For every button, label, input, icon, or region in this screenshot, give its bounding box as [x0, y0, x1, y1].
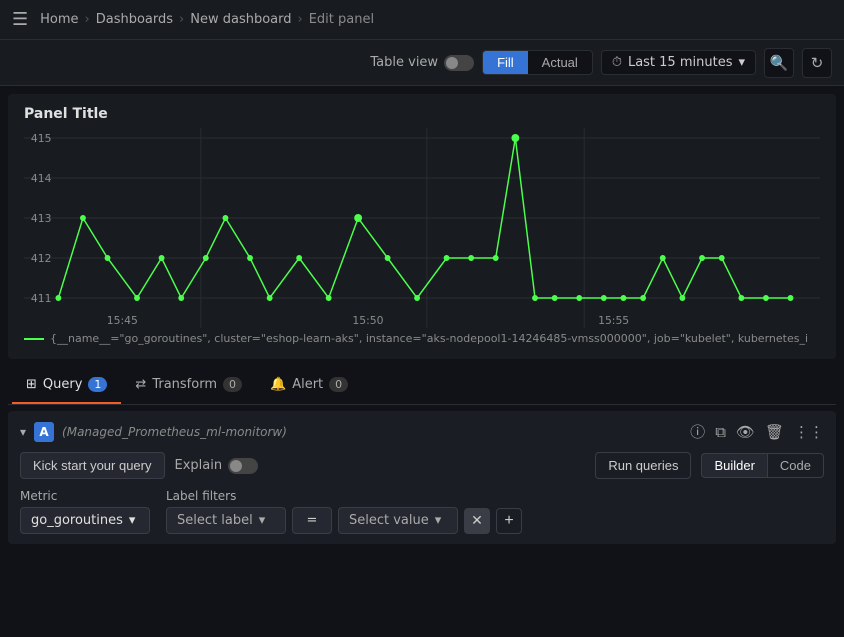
top-navigation: ☰ Home › Dashboards › New dashboard › Ed…	[0, 0, 844, 40]
table-view-toggle[interactable]: Table view	[370, 55, 474, 71]
zoom-out-icon: 🔍	[770, 54, 789, 72]
svg-text:415: 415	[31, 132, 52, 145]
chart-panel: Panel Title 415 414 413 412 411 15:45 15…	[8, 94, 836, 359]
svg-text:15:45: 15:45	[107, 314, 138, 327]
svg-text:15:50: 15:50	[352, 314, 383, 327]
tab-query[interactable]: ⊞ Query 1	[12, 367, 121, 404]
tab-transform-label: Transform	[152, 377, 217, 392]
query-body: Kick start your query Explain Run querie…	[20, 452, 824, 534]
code-button[interactable]: Code	[767, 453, 824, 478]
refresh-icon: ↻	[811, 54, 824, 72]
legend-line-icon	[24, 338, 44, 340]
kick-start-button[interactable]: Kick start your query	[20, 452, 165, 479]
svg-text:413: 413	[31, 212, 52, 225]
builder-button[interactable]: Builder	[701, 453, 766, 478]
fill-button[interactable]: Fill	[483, 51, 528, 74]
svg-text:15:55: 15:55	[598, 314, 629, 327]
database-icon: ⊞	[26, 377, 37, 392]
table-view-label: Table view	[370, 55, 438, 70]
eye-icon[interactable]: 👁	[736, 423, 755, 441]
tab-alert[interactable]: 🔔 Alert 0	[256, 367, 362, 404]
time-range-picker[interactable]: ⏱ Last 15 minutes ▾	[601, 50, 756, 75]
transform-icon: ⇄	[135, 377, 146, 392]
metric-field-label: Metric	[20, 489, 150, 503]
drag-icon[interactable]: ⋮⋮	[794, 423, 824, 441]
time-range-label: Last 15 minutes	[628, 55, 733, 70]
tab-transform[interactable]: ⇄ Transform 0	[121, 367, 256, 404]
trash-icon[interactable]: 🗑	[765, 423, 784, 441]
metric-chevron-icon: ▾	[129, 513, 136, 528]
breadcrumb: Home › Dashboards › New dashboard › Edit…	[40, 12, 374, 27]
label-filters-row: Select label ▾ = Select value ▾ ✕ +	[166, 507, 522, 534]
tab-alert-label: Alert	[292, 377, 323, 392]
query-section: ▾ A (Managed_Prometheus_ml-monitorw) ⓘ ⧉…	[8, 411, 836, 544]
metric-label-row: Metric go_goroutines ▾ Label filters Sel…	[20, 489, 824, 534]
zoom-out-button[interactable]: 🔍	[764, 48, 794, 78]
label-filters-label: Label filters	[166, 489, 522, 503]
breadcrumb-sep-2: ›	[179, 12, 184, 27]
query-letter: A	[34, 422, 54, 442]
chart-svg: 415 414 413 412 411 15:45 15:50 15:55	[24, 128, 820, 328]
operator-select[interactable]: =	[292, 507, 332, 534]
query-header: ▾ A (Managed_Prometheus_ml-monitorw) ⓘ ⧉…	[20, 421, 824, 442]
fill-actual-group: Fill Actual	[482, 50, 593, 75]
builder-code-group: Builder Code	[701, 453, 824, 478]
select-label-text: Select label	[177, 513, 253, 528]
operator-value: =	[307, 513, 318, 528]
bottom-section: ⊞ Query 1 ⇄ Transform 0 🔔 Alert 0 ▾ A (M…	[8, 367, 836, 544]
chart-legend: {__name__="go_goroutines", cluster="esho…	[24, 332, 820, 345]
label-select[interactable]: Select label ▾	[166, 507, 286, 534]
add-filter-button[interactable]: +	[496, 508, 522, 534]
bell-icon: 🔔	[270, 377, 286, 392]
explain-switch[interactable]	[228, 458, 258, 474]
metric-group: Metric go_goroutines ▾	[20, 489, 150, 534]
kick-start-row: Kick start your query Explain Run querie…	[20, 452, 824, 479]
label-filters-group: Label filters Select label ▾ = Select va…	[166, 489, 522, 534]
query-badge: 1	[88, 377, 107, 392]
panel-title: Panel Title	[24, 106, 820, 122]
table-view-switch[interactable]	[444, 55, 474, 71]
run-queries-button[interactable]: Run queries	[595, 452, 691, 479]
value-chevron-icon: ▾	[435, 513, 442, 528]
explain-toggle: Explain	[175, 458, 259, 474]
query-datasource: (Managed_Prometheus_ml-monitorw)	[62, 425, 287, 439]
tabs-row: ⊞ Query 1 ⇄ Transform 0 🔔 Alert 0	[8, 367, 836, 405]
legend-text: {__name__="go_goroutines", cluster="esho…	[50, 332, 808, 345]
remove-filter-button[interactable]: ✕	[464, 508, 490, 534]
breadcrumb-sep-3: ›	[298, 12, 303, 27]
metric-select[interactable]: go_goroutines ▾	[20, 507, 150, 534]
hamburger-menu[interactable]: ☰	[12, 9, 28, 30]
label-chevron-icon: ▾	[259, 513, 266, 528]
toolbar: Table view Fill Actual ⏱ Last 15 minutes…	[0, 40, 844, 86]
query-header-actions: ⓘ ⧉ 👁 🗑 ⋮⋮	[690, 421, 824, 442]
refresh-button[interactable]: ↻	[802, 48, 832, 78]
select-value-text: Select value	[349, 513, 429, 528]
chevron-down-icon: ▾	[738, 55, 745, 70]
breadcrumb-sep-1: ›	[85, 12, 90, 27]
breadcrumb-dashboards[interactable]: Dashboards	[96, 12, 173, 27]
explain-label: Explain	[175, 458, 223, 473]
transform-badge: 0	[223, 377, 242, 392]
clock-icon: ⏱	[612, 55, 622, 70]
chart-container: 415 414 413 412 411 15:45 15:50 15:55	[24, 128, 820, 328]
svg-text:414: 414	[31, 172, 52, 185]
copy-icon[interactable]: ⧉	[715, 423, 726, 441]
metric-value: go_goroutines	[31, 513, 123, 528]
svg-text:412: 412	[31, 252, 52, 265]
query-collapse-button[interactable]: ▾	[20, 425, 26, 439]
svg-text:411: 411	[31, 292, 52, 305]
breadcrumb-home[interactable]: Home	[40, 12, 78, 27]
help-icon[interactable]: ⓘ	[690, 421, 705, 442]
actual-button[interactable]: Actual	[528, 51, 592, 74]
breadcrumb-new-dashboard[interactable]: New dashboard	[190, 12, 291, 27]
value-select[interactable]: Select value ▾	[338, 507, 458, 534]
tab-query-label: Query	[43, 377, 83, 392]
alert-badge: 0	[329, 377, 348, 392]
breadcrumb-edit-panel: Edit panel	[309, 12, 374, 27]
